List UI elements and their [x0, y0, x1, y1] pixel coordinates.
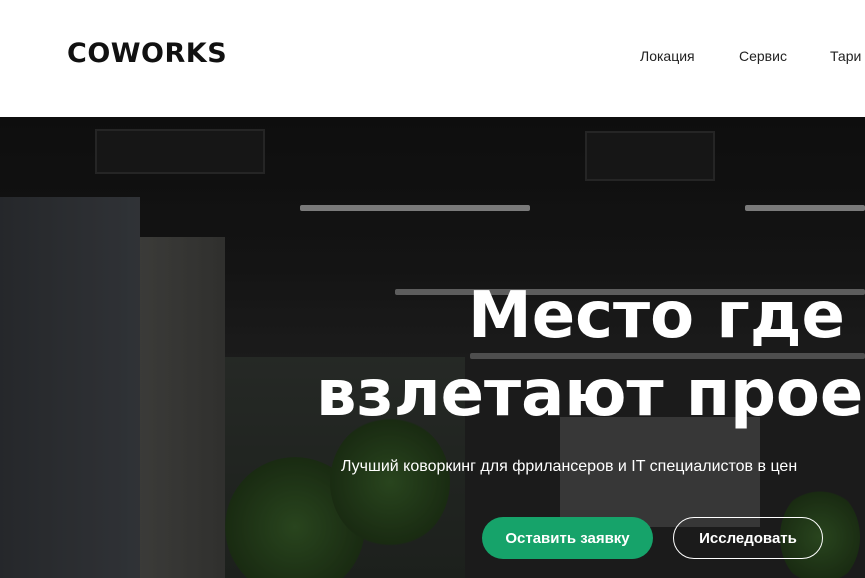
hero-title-line-1: Место где: [468, 279, 845, 353]
nav-item-pricing[interactable]: Тари: [830, 48, 861, 64]
hero-subtitle: Лучший коворкинг для фрилансеров и IT сп…: [341, 458, 798, 475]
explore-button[interactable]: Исследовать: [673, 517, 823, 559]
hero-title-line-2: взлетают прое: [316, 357, 864, 431]
nav-item-location[interactable]: Локация: [640, 48, 695, 64]
main-nav: Локация Сервис Тари: [0, 48, 865, 68]
hero-section: Место где взлетают прое Лучший коворкинг…: [0, 117, 865, 578]
submit-request-button[interactable]: Оставить заявку: [482, 517, 653, 559]
nav-item-service[interactable]: Сервис: [739, 48, 787, 64]
site-header: COWORKS Локация Сервис Тари: [0, 0, 865, 117]
